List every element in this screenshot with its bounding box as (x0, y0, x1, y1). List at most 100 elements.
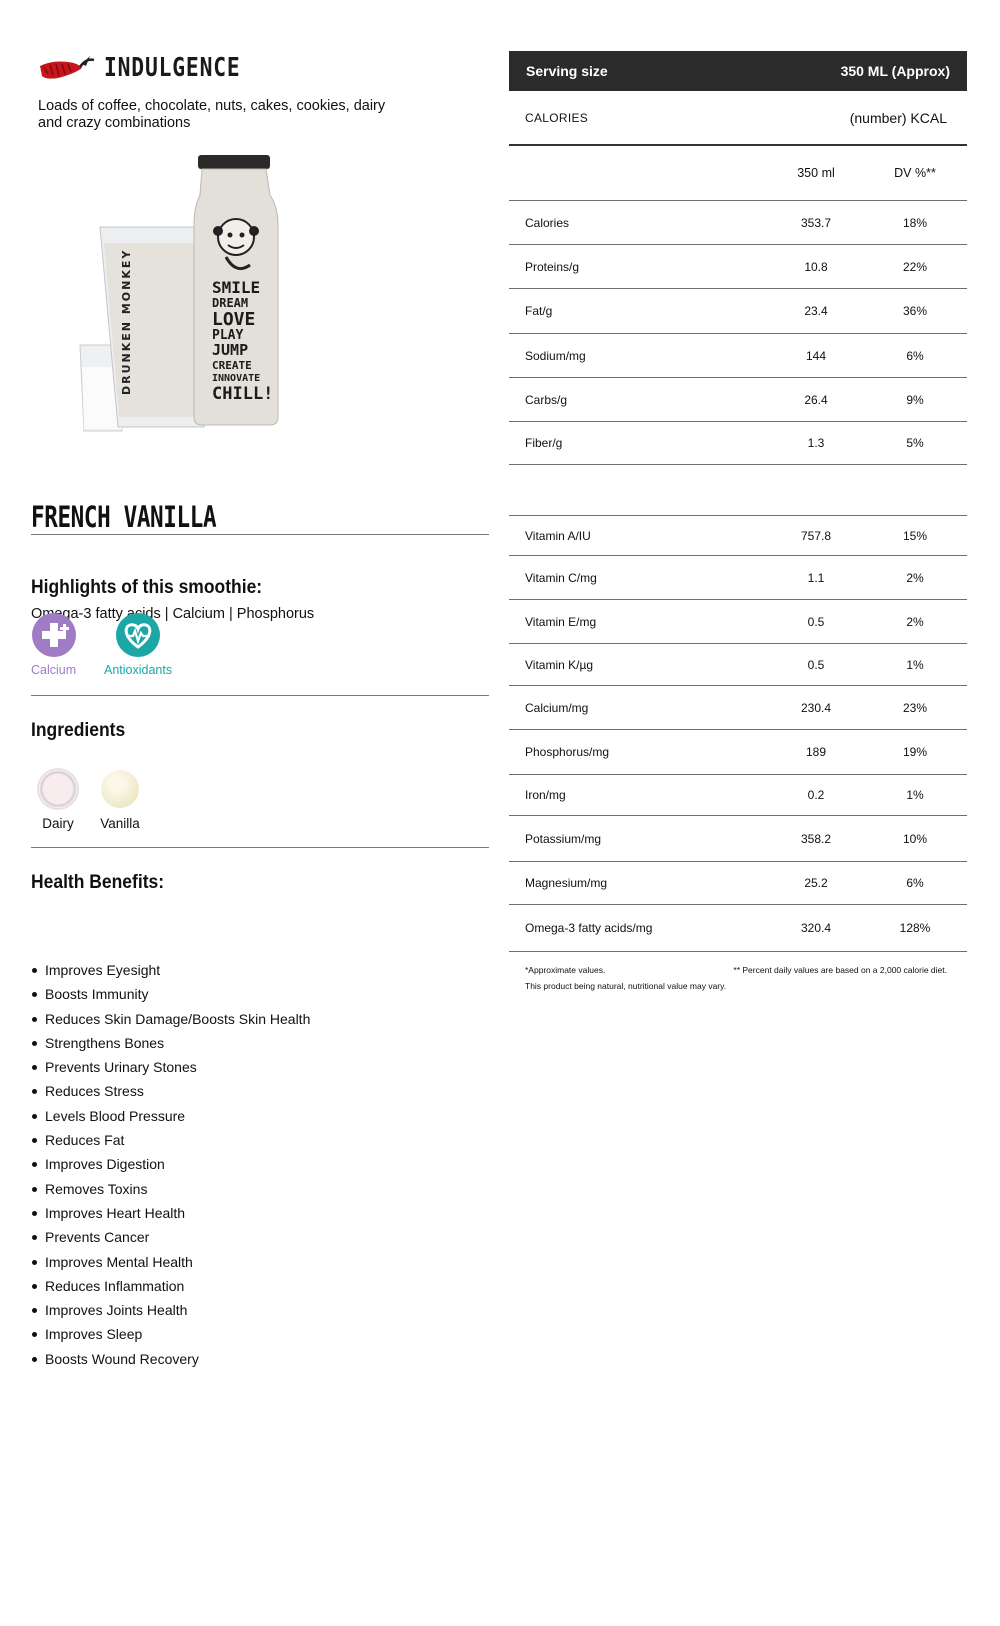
nutrient-dv: 6% (906, 876, 924, 890)
nutrient-name: Fiber/g (525, 436, 563, 450)
nutrient-amount: 23.4 (804, 304, 828, 318)
table-row: Carbs/g 26.4 9% (509, 378, 967, 422)
list-item: Boosts Immunity (31, 982, 310, 1006)
serving-value: 350 ML (Approx) (840, 63, 950, 79)
svg-text:SMILE: SMILE (212, 278, 260, 297)
category-title: INDULGENCE (104, 53, 241, 83)
divider (31, 534, 489, 535)
nutrient-name: Magnesium/mg (525, 876, 608, 890)
list-item: Improves Joints Health (31, 1298, 310, 1322)
nutrient-amount: 25.2 (804, 876, 828, 890)
table-row: Calcium/mg 230.4 23% (509, 686, 967, 730)
nutrient-name: Calories (525, 215, 570, 230)
list-item: Strengthens Bones (31, 1031, 310, 1055)
table-row: Omega-3 fatty acids/mg 320.4 128% (509, 905, 967, 952)
nutrient-name: Vitamin A/IU (525, 528, 591, 543)
nutrient-name: Proteins/g (525, 259, 580, 274)
divider (31, 847, 489, 848)
nutrient-name: Fat/g (525, 304, 553, 318)
list-item: Reduces Stress (31, 1079, 310, 1103)
nutrient-amount: 358.2 (800, 831, 832, 846)
footnote-natural: This product being natural, nutritional … (525, 981, 727, 991)
chili-logo-icon (38, 52, 98, 84)
list-item: Boosts Wound Recovery (31, 1347, 310, 1371)
badge-antioxidants: Antioxidants (104, 613, 172, 677)
nutrient-amount: 1.3 (807, 436, 825, 450)
table-row: Calories 353.7 18% (509, 201, 967, 245)
nutrient-dv: 1% (906, 788, 924, 802)
nutrient-dv: 9% (906, 392, 924, 407)
serving-size-bar: Serving size 350 ML (Approx) (509, 51, 967, 91)
nutrient-dv: 22% (902, 259, 928, 274)
table-footnotes: *Approximate values. This product being … (509, 952, 967, 994)
nutrient-dv: 36% (902, 304, 928, 318)
nutrient-name: Iron/mg (525, 788, 566, 802)
table-row: Phosphorus/mg 189 19% (509, 730, 967, 775)
calories-row: CALORIES (number) KCAL (509, 91, 967, 146)
nutrient-dv: 128% (899, 921, 931, 935)
list-item: Prevents Cancer (31, 1225, 310, 1249)
heart-pulse-icon (116, 613, 161, 657)
list-item: Improves Digestion (31, 1152, 310, 1176)
table-row: Vitamin K/µg 0.5 1% (509, 644, 967, 686)
nutrient-dv: 10% (902, 831, 928, 846)
svg-text:CREATE: CREATE (212, 359, 252, 372)
nutrient-dv: 2% (906, 614, 924, 629)
nutrient-dv: 18% (902, 215, 928, 230)
nutrient-dv: 15% (902, 528, 928, 543)
svg-text:INNOVATE: INNOVATE (212, 373, 260, 384)
table-row: Vitamin E/mg 0.5 2% (509, 600, 967, 644)
list-item: Levels Blood Pressure (31, 1104, 310, 1128)
nutrition-table: Serving size 350 ML (Approx) CALORIES (n… (509, 51, 967, 994)
nutrient-dv: 6% (906, 348, 924, 363)
nutrient-name: Carbs/g (525, 392, 568, 407)
dairy-icon (39, 770, 77, 808)
footnote-dv: ** Percent daily values are based on a 2… (733, 965, 947, 975)
badge-calcium: Calcium (31, 613, 76, 677)
glass-brand-text: DRUNKEN MONKEY (120, 249, 133, 395)
calcium-plus-icon (31, 613, 76, 657)
category-header: INDULGENCE (38, 52, 271, 84)
product-title: FRENCH VANILLA (31, 500, 217, 534)
nutrient-name: Calcium/mg (525, 700, 589, 715)
table-row: Sodium/mg 144 6% (509, 334, 967, 378)
table-row: Potassium/mg 358.2 10% (509, 816, 967, 862)
nutrient-dv: 23% (902, 700, 928, 715)
nutrient-amount: 0.5 (807, 657, 825, 672)
list-item: Reduces Fat (31, 1128, 310, 1152)
nutrient-name: Phosphorus/mg (525, 745, 610, 759)
nutrient-name: Potassium/mg (525, 831, 602, 846)
nutrient-amount: 230.4 (800, 700, 832, 715)
benefits-title: Health Benefits: (31, 872, 165, 893)
ingredients-title: Ingredients (31, 720, 126, 741)
nutrient-dv: 5% (906, 436, 924, 450)
nutrient-amount: 0.2 (807, 788, 825, 802)
nutrient-name: Vitamin K/µg (525, 657, 594, 672)
list-item: Removes Toxins (31, 1177, 310, 1201)
ingredient-label: Dairy (42, 816, 74, 831)
nutrient-name: Sodium/mg (525, 348, 586, 363)
badge-label: Antioxidants (104, 663, 173, 677)
column-header-dv: DV %** (894, 166, 936, 180)
svg-text:CHILL!: CHILL! (212, 384, 273, 404)
nutrient-amount: 757.8 (800, 528, 832, 543)
table-row: Vitamin C/mg 1.1 2% (509, 556, 967, 600)
category-description: Loads of coffee, chocolate, nuts, cakes,… (38, 98, 386, 131)
nutrient-amount: 1.1 (807, 570, 825, 585)
list-item: Improves Eyesight (31, 958, 310, 982)
ingredient-dairy: Dairy (28, 770, 88, 831)
list-item: Reduces Skin Damage/Boosts Skin Health (31, 1007, 310, 1031)
footnote-approx: *Approximate values. (525, 965, 606, 975)
nutrient-amount: 144 (805, 348, 827, 363)
svg-text:DREAM: DREAM (212, 296, 248, 310)
ingredient-vanilla: Vanilla (90, 770, 150, 831)
column-header-amount: 350 ml (797, 166, 835, 180)
nutrient-amount: 0.5 (807, 614, 825, 629)
list-item: Improves Heart Health (31, 1201, 310, 1225)
divider (31, 695, 489, 696)
list-item: Prevents Urinary Stones (31, 1055, 310, 1079)
list-item: Reduces Inflammation (31, 1274, 310, 1298)
nutrient-name: Omega-3 fatty acids/mg (525, 921, 653, 935)
table-row: Vitamin A/IU 757.8 15% (509, 516, 967, 556)
table-row: Iron/mg 0.2 1% (509, 775, 967, 816)
